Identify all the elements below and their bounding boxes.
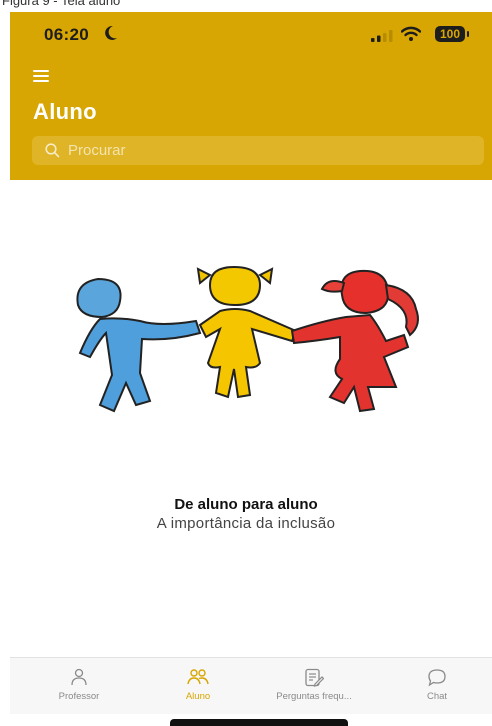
status-time: 06:20: [44, 25, 89, 44]
tab-label-perguntas: Perguntas frequ...: [276, 691, 352, 702]
content-subtitle: A importância da inclusão: [156, 515, 336, 532]
search-input[interactable]: [68, 142, 448, 159]
figure-caption-text: Figura 9 - Tela aluno: [2, 0, 121, 8]
children-holding-hands-illustration: [60, 265, 448, 417]
bottom-tab-bar: Professor Aluno Perguntas frequ... Chat: [10, 657, 492, 714]
battery-icon: 100: [435, 26, 465, 42]
faq-edit-icon: [304, 668, 325, 693]
blue-child-figure: [76, 277, 202, 413]
app-header: 06:20 100 Aluno: [10, 12, 492, 180]
search-bar[interactable]: [32, 136, 484, 165]
battery-tip: [467, 31, 469, 37]
moon-icon: [104, 25, 118, 46]
tab-label-professor: Professor: [58, 691, 100, 702]
figure-caption: Figura 9 - Tela aluno: [0, 0, 492, 12]
tab-label-chat: Chat: [426, 691, 448, 702]
page-title: Aluno: [33, 99, 97, 124]
red-child-figure: [290, 269, 419, 413]
tab-professor[interactable]: Professor: [34, 658, 124, 714]
person-icon: [70, 668, 88, 691]
tab-label-aluno: Aluno: [185, 691, 211, 702]
yellow-child-figure: [196, 265, 298, 399]
group-icon: [187, 668, 209, 691]
wifi-icon: [400, 26, 422, 46]
tab-perguntas-frequentes[interactable]: Perguntas frequ...: [256, 658, 372, 714]
tab-aluno[interactable]: Aluno: [158, 658, 238, 714]
chat-bubble-icon: [427, 668, 447, 692]
status-bar: 06:20 100: [10, 12, 492, 56]
search-icon: [45, 143, 60, 158]
signal-icon: [371, 29, 393, 47]
hamburger-menu-icon[interactable]: [33, 70, 49, 82]
tab-chat[interactable]: Chat: [402, 658, 472, 714]
home-indicator: [170, 719, 348, 726]
content-headline: De aluno para aluno: [174, 496, 318, 513]
